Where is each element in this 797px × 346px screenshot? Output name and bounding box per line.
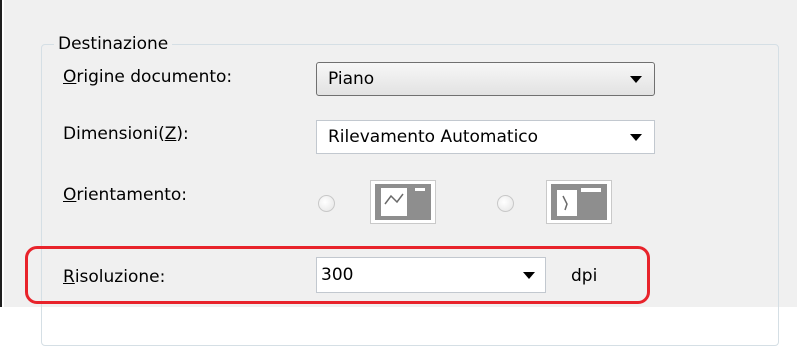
dimensioni-select[interactable]: Rilevamento Automatico [316, 120, 655, 154]
dropdown-arrow-icon [630, 133, 642, 141]
dimensioni-label: Dimensioni(Z): [63, 124, 189, 144]
dimensioni-value: Rilevamento Automatico [328, 127, 539, 147]
landscape-page-icon [551, 184, 607, 220]
landscape-page-icon [546, 180, 612, 224]
groupbox-title: Destinazione [54, 31, 173, 57]
window-left-border [0, 0, 2, 307]
risoluzione-highlight-frame [25, 246, 650, 304]
dropdown-arrow-icon [630, 75, 642, 83]
portrait-page-icon [370, 180, 436, 224]
orientamento-landscape-radio[interactable] [497, 195, 514, 212]
origine-documento-label: Origine documento: [63, 67, 233, 87]
origine-documento-select[interactable]: Piano [316, 62, 655, 96]
portrait-page-icon [375, 184, 431, 220]
orientamento-portrait-radio[interactable] [318, 195, 335, 212]
orientamento-label: Orientamento: [63, 185, 188, 205]
origine-documento-value: Piano [328, 69, 375, 89]
